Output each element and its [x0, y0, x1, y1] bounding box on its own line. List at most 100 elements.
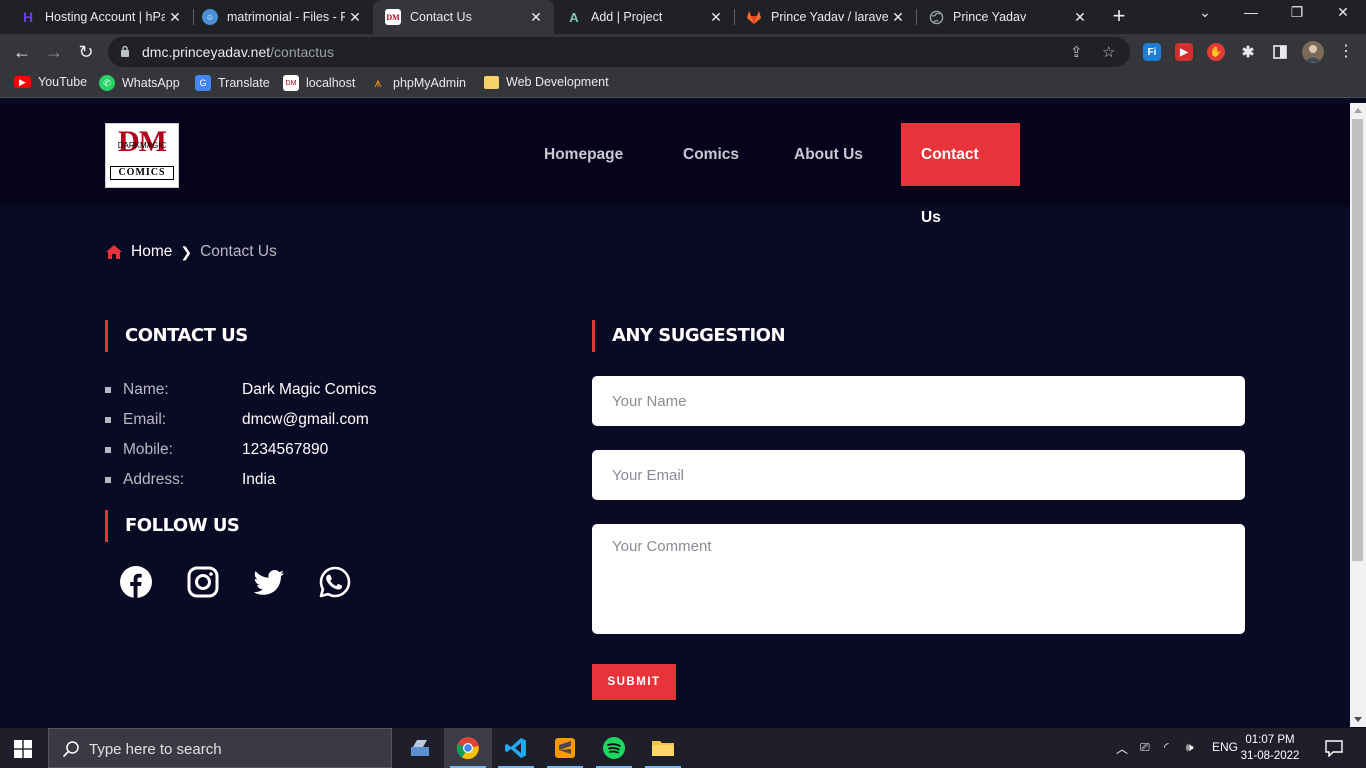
files-icon: ☺ [202, 9, 218, 25]
back-button[interactable]: ← [10, 40, 34, 64]
close-icon[interactable]: ✕ [888, 9, 908, 26]
clock-date: 31-08-2022 [1240, 750, 1300, 762]
nav-contact-us[interactable]: Contact Us [901, 123, 1020, 226]
clock-time: 01:07 PM [1245, 734, 1295, 746]
chrome-icon [456, 737, 479, 760]
nav-about-us[interactable]: About Us [794, 123, 863, 186]
lock-icon[interactable] [120, 45, 130, 57]
globe-icon [928, 9, 944, 25]
scroll-down-arrow[interactable] [1354, 717, 1362, 722]
volume-icon[interactable]: 🕪 [1186, 740, 1194, 755]
restore-button[interactable]: ❐ [1285, 4, 1309, 21]
bookmarks-bar: ▶ YouTube ✆ WhatsApp G Translate DM loca… [0, 70, 1366, 98]
chrome-menu-icon[interactable]: ⋮ [1334, 40, 1358, 64]
whatsapp-icon[interactable] [319, 566, 351, 598]
submit-button[interactable]: SUBMIT [592, 664, 676, 700]
wifi-icon[interactable]: ◜ [1164, 740, 1169, 754]
chrome-taskbar-app[interactable] [444, 728, 492, 768]
spotify-taskbar-app[interactable] [590, 728, 638, 768]
localhost-icon: DM [283, 75, 299, 91]
twitter-icon[interactable] [253, 566, 285, 598]
close-icon[interactable]: ✕ [706, 9, 726, 26]
close-icon[interactable]: ✕ [1070, 9, 1090, 26]
close-icon[interactable]: ✕ [165, 9, 185, 26]
breadcrumb-home[interactable]: Home [131, 243, 172, 261]
translate-icon: G [195, 75, 211, 91]
notification-icon[interactable] [1325, 739, 1343, 757]
search-icon [62, 741, 79, 758]
bookmark-youtube[interactable]: ▶ YouTube [14, 75, 87, 89]
tab-hosting-account[interactable]: H Hosting Account | hPa ✕ [0, 0, 193, 34]
extensions-puzzle-icon[interactable]: ✱ [1239, 43, 1257, 61]
tab-title: Add | Project [591, 10, 663, 24]
tab-add-project[interactable]: A Add | Project ✕ [554, 0, 734, 34]
home-icon[interactable] [105, 244, 123, 260]
file-explorer-taskbar-app[interactable] [396, 728, 444, 768]
nav-homepage[interactable]: Homepage [544, 123, 623, 186]
tab-search-icon[interactable]: ⌄ [1193, 4, 1217, 21]
vscode-taskbar-app[interactable] [492, 728, 540, 768]
site-logo[interactable]: DM DARKMAGIC COMICS [105, 123, 179, 188]
bookmark-whatsapp[interactable]: ✆ WhatsApp [99, 75, 180, 91]
tab-title: Prince Yadav [953, 10, 1027, 24]
address-bar[interactable]: dmc.princeyadav.net/contactus ⇪ ☆ [108, 37, 1130, 67]
new-tab-button[interactable]: + [1108, 4, 1130, 30]
share-icon[interactable]: ⇪ [1070, 43, 1083, 61]
spotify-icon [603, 737, 625, 759]
nav-comics[interactable]: Comics [683, 123, 739, 186]
video-extension-icon[interactable]: ▶ [1175, 43, 1193, 61]
page-scrollbar[interactable] [1350, 103, 1366, 727]
side-panel-icon[interactable] [1271, 43, 1289, 61]
tab-gitlab-laravel[interactable]: Prince Yadav / laravel- ✕ [734, 0, 916, 34]
comment-textarea[interactable] [592, 524, 1245, 634]
email-input[interactable] [592, 450, 1245, 500]
breadcrumb-current: Contact Us [200, 243, 277, 260]
bookmark-star-icon[interactable]: ☆ [1102, 43, 1115, 61]
taskbar-search-box[interactable]: Type here to search [48, 728, 392, 768]
instagram-icon[interactable] [187, 566, 219, 598]
chevron-up-icon[interactable]: ︿ [1116, 740, 1128, 757]
reload-button[interactable]: ↻ [74, 40, 98, 64]
bookmark-translate[interactable]: G Translate [195, 75, 270, 91]
facebook-icon[interactable] [120, 566, 152, 598]
search-placeholder: Type here to search [89, 741, 222, 758]
sublime-taskbar-app[interactable] [541, 728, 589, 768]
tab-matrimonial-files[interactable]: ☺ matrimonial - Files - Fi ✕ [193, 0, 373, 34]
bookmark-phpmyadmin[interactable]: ⩚ phpMyAdmin [370, 75, 466, 91]
bookmark-localhost[interactable]: DM localhost [283, 75, 355, 91]
profile-avatar[interactable] [1302, 41, 1324, 63]
tab-title: Contact Us [410, 10, 472, 24]
close-icon[interactable]: ✕ [345, 9, 365, 26]
contact-row-email: Email: dmcw@gmail.com [105, 411, 369, 429]
url-text: dmc.princeyadav.net/contactus [142, 44, 334, 60]
scrollbar-thumb[interactable] [1352, 119, 1363, 561]
contact-us-heading: CONTACT US [105, 320, 248, 352]
scroll-up-arrow[interactable] [1354, 108, 1362, 113]
site-header: DM DARKMAGIC COMICS Homepage Comics Abou… [0, 103, 1350, 226]
any-suggestion-heading: ANY SUGGESTION [592, 320, 786, 352]
taskbar-clock[interactable]: 01:07 PM 31-08-2022 [1240, 732, 1300, 764]
tab-prince-yadav[interactable]: Prince Yadav ✕ [916, 0, 1098, 34]
contact-row-mobile: Mobile: 1234567890 [105, 441, 328, 459]
adblock-extension-icon[interactable]: ✋ [1207, 43, 1225, 61]
youtube-icon: ▶ [14, 76, 31, 88]
folder-taskbar-app[interactable] [639, 728, 687, 768]
minimize-button[interactable]: — [1239, 4, 1263, 20]
browser-toolbar: ← → ↻ dmc.princeyadav.net/contactus ⇪ ☆ … [0, 34, 1366, 70]
meet-now-icon[interactable]: ⎚ [1140, 740, 1150, 755]
bookmark-web-development[interactable]: Web Development [484, 75, 609, 89]
tab-contact-us[interactable]: DM Contact Us ✕ [373, 0, 554, 34]
file-explorer-icon [411, 740, 429, 756]
name-input[interactable] [592, 376, 1245, 426]
forward-button[interactable]: → [42, 40, 66, 64]
whatsapp-icon: ✆ [99, 75, 115, 91]
folder-icon [652, 741, 674, 756]
close-icon[interactable]: ✕ [526, 9, 546, 26]
logo-comics-text: COMICS [110, 166, 174, 180]
fi-extension-icon[interactable]: Fi [1143, 43, 1161, 61]
windows-start-icon[interactable] [14, 740, 32, 758]
info-label: Email: [123, 411, 167, 428]
language-indicator[interactable]: ENG [1212, 740, 1238, 754]
window-close-button[interactable]: ✕ [1331, 4, 1355, 21]
vscode-icon [505, 738, 526, 758]
